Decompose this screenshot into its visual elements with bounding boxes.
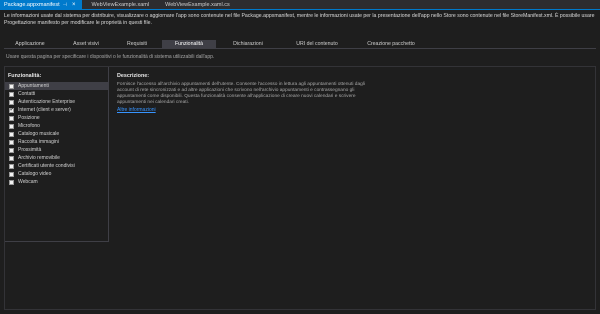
capability-label: Contatti xyxy=(18,91,36,97)
tab-dichiarazioni[interactable]: Dichiarazioni xyxy=(220,40,276,48)
doc-tab-package-appxmanifest[interactable]: Package.appxmanifest ⊣ × xyxy=(0,0,82,10)
capability-label: Appuntamenti xyxy=(18,83,49,89)
checkbox[interactable] xyxy=(9,131,14,137)
checkbox[interactable] xyxy=(9,123,14,129)
capability-label: Posizione xyxy=(18,115,40,121)
page-hint: Usare questa pagina per specificare i di… xyxy=(6,54,215,60)
tab-requisiti[interactable]: Requisiti xyxy=(116,40,158,48)
pin-icon[interactable]: ⊣ xyxy=(63,0,67,10)
capabilities-panel: Funzionalità: Appuntamenti Contatti Aute… xyxy=(4,66,596,310)
checkbox[interactable] xyxy=(9,171,14,177)
capability-appuntamenti[interactable]: Appuntamenti xyxy=(5,82,108,90)
document-tab-bar: Package.appxmanifest ⊣ × WebViewExample.… xyxy=(0,0,600,10)
capability-raccolta-immagini[interactable]: Raccolta immagini xyxy=(5,138,108,146)
tab-creazione-pacchetto[interactable]: Creazione pacchetto xyxy=(356,40,426,48)
checkbox[interactable] xyxy=(9,99,14,105)
capability-catalogo-video[interactable]: Catalogo video xyxy=(5,170,108,178)
checkbox[interactable] xyxy=(9,163,14,169)
checkbox[interactable] xyxy=(9,115,14,121)
capability-archivio-removibile[interactable]: Archivio removibile xyxy=(5,154,108,162)
capability-internet-client-server[interactable]: Internet (client e server) xyxy=(5,106,108,114)
capability-posizione[interactable]: Posizione xyxy=(5,114,108,122)
checkbox-checked[interactable] xyxy=(9,106,15,113)
more-info-link[interactable]: Altre informazioni xyxy=(117,107,156,113)
manifest-tab-bar: Applicazione Asset visivi Requisiti Funz… xyxy=(4,40,596,49)
capability-catalogo-musicale[interactable]: Catalogo musicale xyxy=(5,130,108,138)
capability-webcam[interactable]: Webcam xyxy=(5,178,108,186)
doc-tab-label: Package.appxmanifest xyxy=(4,2,60,8)
capability-label: Internet (client e server) xyxy=(18,107,71,113)
tab-applicazione[interactable]: Applicazione xyxy=(4,40,56,48)
capability-certificati-utente-condivisi[interactable]: Certificati utente condivisi xyxy=(5,162,108,170)
capability-prossimita[interactable]: Prossimità xyxy=(5,146,108,154)
checkbox[interactable] xyxy=(9,179,14,185)
capability-contatti[interactable]: Contatti xyxy=(5,90,108,98)
capability-label: Prossimità xyxy=(18,147,42,153)
checkbox[interactable] xyxy=(9,91,14,97)
manifest-info-text: Le informazioni usate dal sistema per di… xyxy=(4,13,595,26)
close-icon[interactable]: × xyxy=(72,0,76,10)
checkbox[interactable] xyxy=(9,155,14,161)
doc-tab-webviewexample-xaml[interactable]: WebViewExample.xaml xyxy=(88,0,156,10)
checkbox[interactable] xyxy=(9,139,14,145)
capabilities-header: Funzionalità: xyxy=(8,73,42,79)
capability-label: Catalogo musicale xyxy=(18,131,60,137)
capability-label: Autenticazione Enterprise xyxy=(18,99,75,105)
tab-asset-visivi[interactable]: Asset visivi xyxy=(56,40,116,48)
capability-label: Microfono xyxy=(18,123,40,129)
doc-tab-label: WebViewExample.xaml xyxy=(91,2,150,8)
tab-funzionalita[interactable]: Funzionalità xyxy=(162,40,216,48)
tab-uri-del-contenuto[interactable]: URI del contenuto xyxy=(286,40,348,48)
description-text: Fornisce l'accesso all'archivio appuntam… xyxy=(117,82,365,105)
capability-label: Certificati utente condivisi xyxy=(18,163,75,169)
capability-label: Archivio removibile xyxy=(18,155,60,161)
capability-microfono[interactable]: Microfono xyxy=(5,122,108,130)
doc-tab-label: WebViewExample.xaml.cs xyxy=(165,2,230,8)
capability-label: Catalogo video xyxy=(18,171,52,177)
capability-autenticazione-enterprise[interactable]: Autenticazione Enterprise xyxy=(5,98,108,106)
capability-label: Raccolta immagini xyxy=(18,139,59,145)
description-header: Descrizione: xyxy=(117,73,150,79)
capability-label: Webcam xyxy=(18,179,38,185)
capabilities-list-pane: Funzionalità: Appuntamenti Contatti Aute… xyxy=(5,67,109,242)
capabilities-list: Appuntamenti Contatti Autenticazione Ent… xyxy=(5,82,108,186)
checkbox[interactable] xyxy=(9,83,14,89)
doc-tab-webviewexample-xaml-cs[interactable]: WebViewExample.xaml.cs xyxy=(161,0,236,10)
checkbox[interactable] xyxy=(9,147,14,153)
